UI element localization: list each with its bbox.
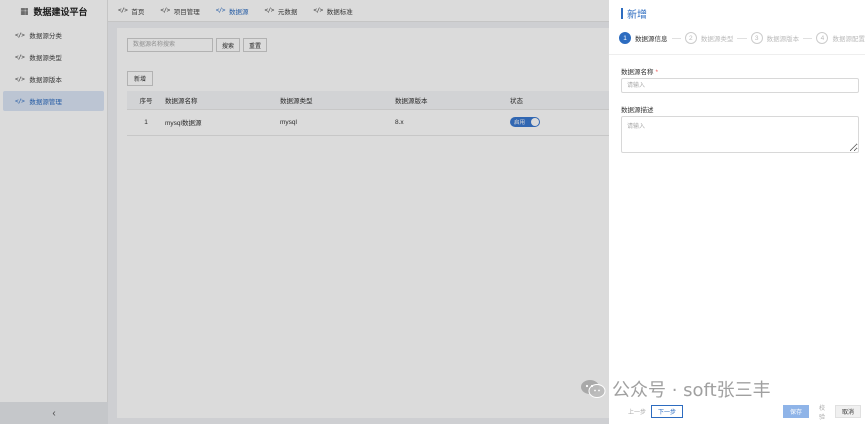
drawer-footer: 上一步 下一步 保存 校验 取消 xyxy=(609,400,865,424)
next-step-button[interactable]: 下一步 xyxy=(651,405,684,418)
verify-button[interactable]: 校验 xyxy=(810,405,834,421)
watermark: 公众号 · soft张三丰 xyxy=(580,376,771,402)
step-number: 1 xyxy=(619,32,631,44)
step-2[interactable]: 2 数据源类型 xyxy=(684,32,734,44)
drawer-title-text: 新增 xyxy=(627,10,647,21)
add-drawer: 新增 1 数据源信息 2 数据源类型 3 数据源版本 4 数据源配置 数据源名称… xyxy=(609,0,865,424)
name-label-text: 数据源名称 xyxy=(621,69,654,76)
step-label: 数据源类型 xyxy=(700,36,734,43)
save-button[interactable]: 保存 xyxy=(783,405,809,418)
step-4[interactable]: 4 数据源配置 xyxy=(816,32,865,44)
step-label: 数据源版本 xyxy=(766,36,800,43)
title-accent-bar xyxy=(621,8,623,19)
name-label: 数据源名称 * xyxy=(621,66,658,76)
step-label: 数据源信息 xyxy=(635,36,668,43)
step-connector xyxy=(671,37,681,39)
drawer-title: 新增 xyxy=(621,6,647,21)
drawer-divider xyxy=(609,54,865,55)
step-number: 4 xyxy=(816,32,829,44)
datasource-desc-input[interactable] xyxy=(621,116,859,153)
required-mark: * xyxy=(655,69,659,76)
step-number: 2 xyxy=(684,32,697,44)
cancel-button[interactable]: 取消 xyxy=(835,405,861,418)
step-connector xyxy=(803,37,813,39)
step-connector xyxy=(737,37,747,39)
prev-step-button[interactable]: 上一步 xyxy=(621,405,653,418)
stepper: 1 数据源信息 2 数据源类型 3 数据源版本 4 数据源配置 xyxy=(619,30,865,46)
modal-overlay[interactable] xyxy=(0,0,609,424)
watermark-text: 公众号 · soft张三丰 xyxy=(612,380,771,401)
wechat-icon xyxy=(581,380,606,398)
desc-label: 数据源描述 xyxy=(621,107,654,114)
step-3[interactable]: 3 数据源版本 xyxy=(750,32,800,44)
step-number: 3 xyxy=(750,32,763,44)
step-1[interactable]: 1 数据源信息 xyxy=(619,32,668,44)
datasource-name-input[interactable] xyxy=(621,78,859,93)
step-label: 数据源配置 xyxy=(832,36,865,43)
